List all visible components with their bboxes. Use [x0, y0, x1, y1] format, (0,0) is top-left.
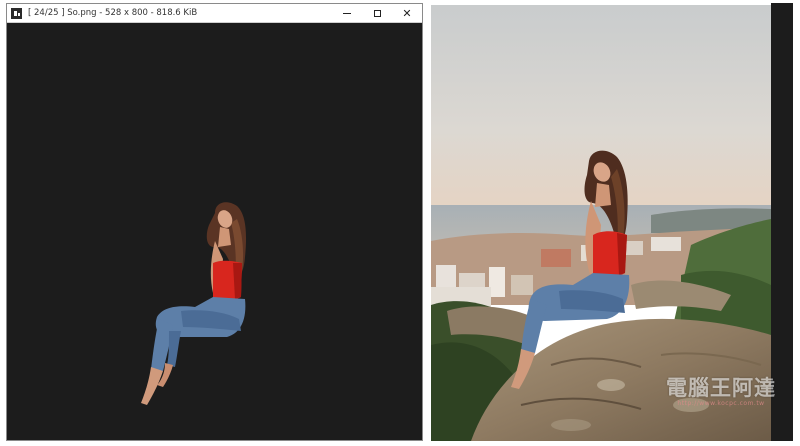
minimize-icon	[343, 12, 351, 14]
window-controls: ✕	[332, 4, 422, 22]
original-photo	[431, 5, 771, 441]
title-bar[interactable]: [ 24/25 ] So.png - 528 x 800 - 818.6 KiB…	[7, 4, 422, 23]
minimize-button[interactable]	[332, 4, 362, 22]
close-icon: ✕	[402, 6, 412, 20]
window-title: [ 24/25 ] So.png - 528 x 800 - 818.6 KiB	[28, 8, 198, 18]
maximize-icon	[373, 9, 381, 17]
image-viewer-window: [ 24/25 ] So.png - 528 x 800 - 818.6 KiB…	[6, 3, 423, 441]
maximize-button[interactable]	[362, 4, 392, 22]
cutout-figure-image	[141, 202, 247, 405]
image-canvas[interactable]	[7, 23, 422, 440]
adjacent-window-edge	[771, 3, 793, 441]
close-button[interactable]: ✕	[392, 4, 422, 22]
woman-on-rock-photo	[431, 5, 771, 441]
image-viewer-icon	[11, 7, 22, 19]
